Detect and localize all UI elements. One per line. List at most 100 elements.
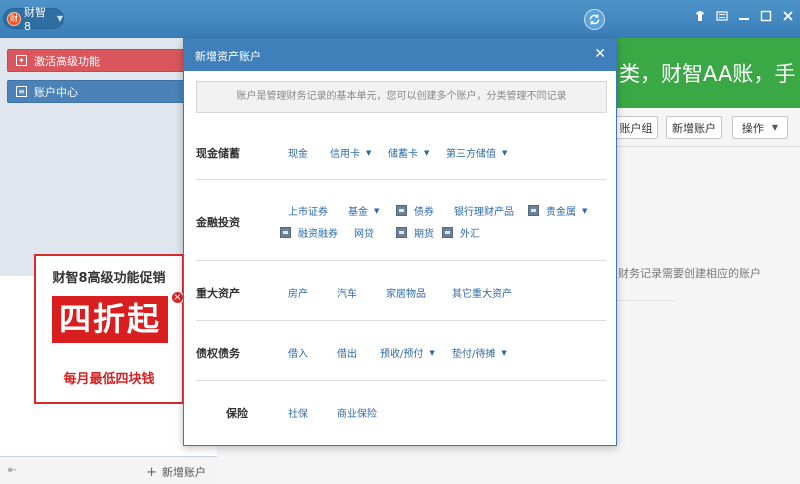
activate-icon: ✦	[16, 55, 27, 66]
option-borrow-in[interactable]: 借入	[288, 345, 308, 360]
close-button[interactable]	[782, 10, 794, 22]
section-divider	[196, 260, 606, 261]
promo-discount: 四折起	[52, 296, 168, 343]
option-label: 借出	[337, 349, 357, 360]
option-label: 预收/预付	[380, 349, 424, 360]
option-other-major[interactable]: 其它重大资产	[452, 285, 512, 300]
promo-title: 财智8高级功能促销	[52, 271, 166, 286]
option-commercial-insurance[interactable]: 商业保险	[337, 405, 377, 420]
option-label: 借入	[288, 349, 308, 360]
option-p2p-loan[interactable]: 网贷	[354, 225, 374, 240]
option-label: 现金	[288, 149, 308, 160]
option-label: 上市证券	[288, 207, 328, 218]
refresh-icon	[589, 14, 600, 25]
option-prepaid-amortized[interactable]: 垫付/待摊 ▼	[452, 345, 507, 361]
option-label: 商业保险	[337, 409, 377, 420]
margin-trading-icon	[280, 227, 291, 238]
add-account-button[interactable]: + 新增账户	[146, 464, 206, 480]
skin-button[interactable]	[694, 10, 706, 22]
shirt-icon	[696, 11, 704, 21]
dialog-header: 新增资产账户 ✕	[184, 39, 616, 71]
collapse-icon[interactable]: ⇤	[8, 465, 16, 476]
account-group-button[interactable]: 账户组	[614, 116, 658, 139]
menu-button[interactable]	[716, 10, 728, 22]
option-label: 外汇	[460, 229, 480, 240]
menu-icon	[716, 11, 728, 21]
option-label: 融资融券	[298, 229, 338, 240]
option-label: 第三方储值	[446, 149, 496, 160]
close-icon[interactable]: ✕	[594, 46, 606, 62]
option-label: 贵金属	[546, 207, 576, 218]
option-real-estate[interactable]: 房产	[288, 285, 308, 300]
sidebar-footer: ⇤ + 新增账户	[0, 456, 217, 484]
section-label-cash: 现金储蓄	[196, 147, 240, 160]
section-divider	[196, 320, 606, 321]
option-listed-securities[interactable]: 上市证券	[288, 203, 328, 218]
option-label: 垫付/待摊	[452, 349, 496, 360]
option-precious-metal[interactable]: 贵金属 ▼	[528, 203, 587, 218]
operate-label: 操作	[741, 121, 764, 135]
option-label: 银行理财产品	[454, 207, 514, 218]
option-label: 家居物品	[386, 289, 426, 300]
minimize-icon	[739, 18, 749, 20]
chevron-down-icon: ▼	[366, 148, 372, 157]
window-controls	[694, 10, 794, 22]
dialog-title: 新增资产账户	[195, 50, 261, 63]
option-household[interactable]: 家居物品	[386, 285, 426, 300]
maximize-button[interactable]	[760, 10, 772, 22]
option-third-party[interactable]: 第三方储值 ▼	[446, 145, 508, 161]
divider	[614, 300, 674, 301]
dialog-intro: 账户是管理财务记录的基本单元，您可以创建多个账户，分类管理不同记录	[196, 81, 607, 113]
empty-hint: 财务记录需要创建相应的账户	[618, 267, 761, 280]
option-cash[interactable]: 现金	[288, 145, 308, 160]
app-logo-icon: 财	[7, 11, 21, 26]
option-debit-card[interactable]: 储蓄卡 ▼	[388, 145, 430, 161]
sidebar-item-label: 激活高级功能	[34, 54, 100, 68]
plus-icon: +	[146, 464, 157, 480]
option-label: 信用卡	[330, 149, 360, 160]
option-label: 社保	[288, 409, 308, 420]
option-credit-card[interactable]: 信用卡 ▼	[330, 145, 372, 161]
option-futures[interactable]: 期货	[396, 225, 434, 240]
promo-strip-text: 类，财智AA账，手	[619, 62, 796, 86]
option-label: 其它重大资产	[452, 289, 512, 300]
option-bond[interactable]: 债券	[396, 203, 434, 218]
option-car[interactable]: 汽车	[337, 285, 357, 300]
option-bank-wealth[interactable]: 银行理财产品	[454, 203, 514, 218]
app-name: 财智8	[23, 6, 46, 33]
maximize-icon	[760, 10, 772, 22]
new-account-button[interactable]: 新增账户	[666, 116, 722, 139]
option-lend-out[interactable]: 借出	[337, 345, 357, 360]
bond-icon	[396, 205, 407, 216]
promo-strip[interactable]: 类，财智AA账，手	[615, 38, 800, 108]
new-account-label: 新增账户	[672, 121, 716, 135]
sidebar-item-label: 账户中心	[34, 85, 78, 99]
section-label-debt: 债权债务	[196, 347, 240, 360]
minimize-button[interactable]	[738, 10, 750, 22]
promo-banner[interactable]: 财智8高级功能促销 四折起 每月最低四块钱	[34, 254, 184, 404]
option-advance-payment[interactable]: 预收/预付 ▼	[380, 345, 435, 361]
option-label: 汽车	[337, 289, 357, 300]
section-label-investment: 金融投资	[196, 216, 240, 229]
option-social-security[interactable]: 社保	[288, 405, 308, 420]
section-divider	[196, 380, 606, 381]
sync-button[interactable]	[584, 9, 605, 30]
option-forex[interactable]: 外汇	[442, 225, 480, 240]
option-margin-trading[interactable]: 融资融券	[280, 225, 338, 240]
option-label: 基金	[348, 207, 368, 218]
chevron-down-icon: ▼	[502, 148, 508, 157]
chevron-down-icon: ▼	[429, 348, 435, 357]
futures-icon	[396, 227, 407, 238]
chevron-down-icon: ▼	[424, 148, 430, 157]
section-label-insurance: 保险	[226, 407, 248, 420]
option-label: 房产	[288, 289, 308, 300]
option-fund[interactable]: 基金 ▼	[348, 203, 379, 219]
promo-subtitle: 每月最低四块钱	[63, 372, 155, 387]
section-divider	[196, 179, 606, 180]
forex-icon	[442, 227, 453, 238]
chevron-down-icon: ▼	[771, 123, 779, 132]
add-account-label: 新增账户	[162, 466, 206, 479]
app-menu-button[interactable]: 财 财智8 ▼	[3, 6, 64, 33]
account-center-icon: ≡	[16, 86, 27, 97]
operate-button[interactable]: 操作 ▼	[732, 116, 788, 139]
